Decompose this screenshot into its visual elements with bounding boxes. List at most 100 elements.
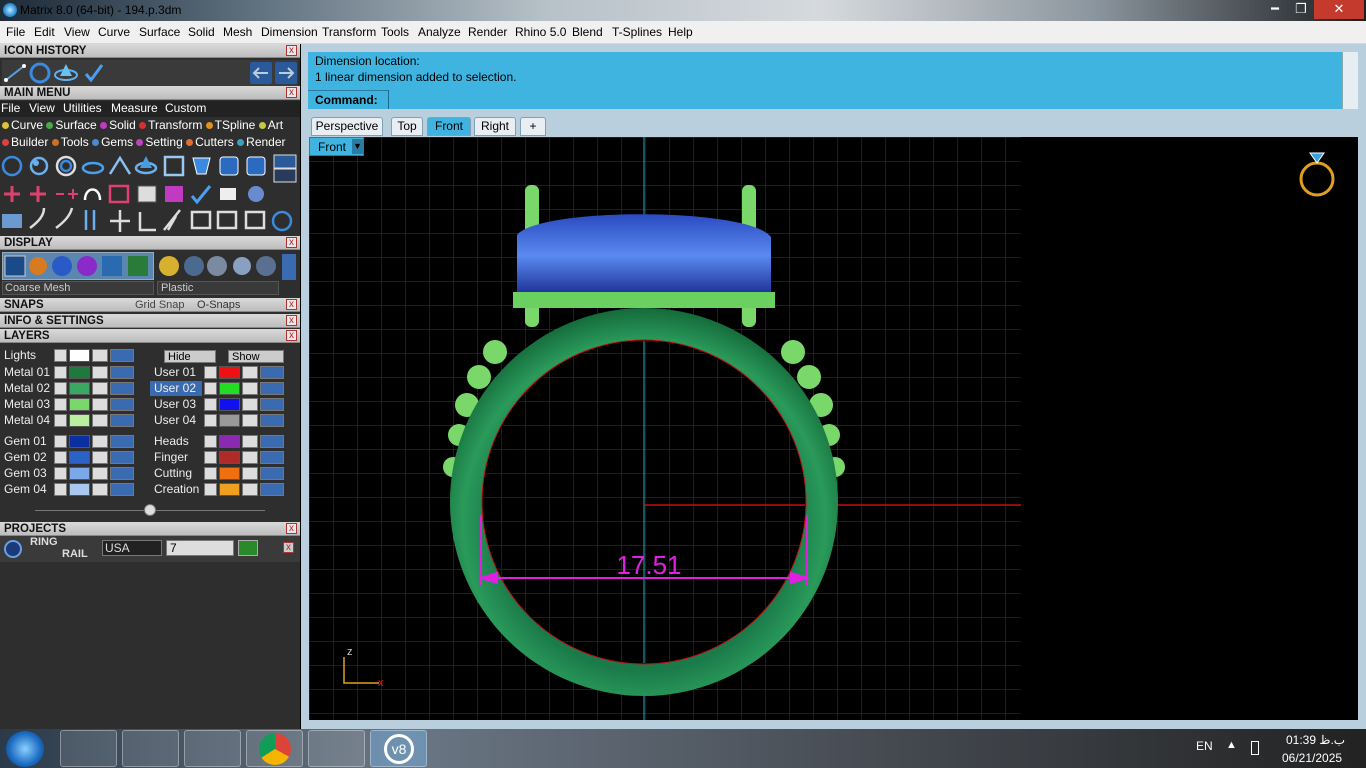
layer-visibility-button[interactable]	[110, 414, 134, 427]
layer-expand-button[interactable]	[204, 451, 217, 464]
main-menu-header[interactable]: MAIN MENU x	[0, 86, 300, 100]
chrome-taskbar-icon[interactable]	[246, 730, 303, 767]
layer-visibility-button[interactable]	[110, 398, 134, 411]
layer-color-swatch[interactable]	[69, 398, 90, 411]
mesh-select[interactable]: Coarse Mesh	[2, 281, 154, 295]
matrix-taskbar-icon[interactable]: v8	[370, 730, 427, 767]
ring-rail-icon[interactable]	[3, 539, 23, 559]
layer-color-swatch[interactable]	[69, 483, 90, 496]
menu-curve[interactable]: Curve	[98, 25, 130, 39]
layer-visibility-button[interactable]	[110, 366, 134, 379]
lock-icon[interactable]	[92, 467, 108, 480]
layer-row[interactable]: Metal 04	[0, 413, 140, 428]
calculator-taskbar-icon[interactable]	[184, 730, 241, 767]
show-button[interactable]: Show	[228, 350, 284, 363]
layer-row[interactable]: Heads	[150, 434, 290, 449]
cat-art[interactable]: Art	[258, 118, 283, 132]
layer-visibility-button[interactable]	[110, 467, 134, 480]
menu-tools[interactable]: Tools	[381, 25, 409, 39]
layer-color-swatch[interactable]	[69, 382, 90, 395]
lock-icon[interactable]	[92, 414, 108, 427]
layer-expand-button[interactable]	[54, 451, 67, 464]
lock-icon[interactable]	[92, 435, 108, 448]
tab-front[interactable]: Front	[427, 117, 471, 136]
lock-icon[interactable]	[242, 366, 258, 379]
language-indicator[interactable]: EN	[1196, 739, 1213, 753]
layer-color-swatch[interactable]	[219, 414, 240, 427]
play-button[interactable]	[238, 540, 258, 556]
layer-expand-button[interactable]	[204, 382, 217, 395]
layer-row[interactable]: Gem 02	[0, 450, 140, 465]
cat-tspline[interactable]: TSpline	[205, 118, 255, 132]
tab-top[interactable]: Top	[391, 117, 423, 136]
explorer-taskbar-icon[interactable]	[122, 730, 179, 767]
minimize-button[interactable]: ━	[1262, 0, 1288, 19]
projects-header[interactable]: PROJECTS x	[0, 522, 300, 536]
size-select[interactable]: 7	[166, 540, 234, 556]
layer-visibility-button[interactable]	[260, 467, 284, 480]
layer-color-swatch[interactable]	[69, 366, 90, 379]
close-icon[interactable]: x	[286, 87, 297, 98]
snaps-header[interactable]: SNAPS Grid Snap O-Snaps x	[0, 298, 300, 312]
lock-icon[interactable]	[92, 483, 108, 496]
rhino-taskbar-icon[interactable]	[308, 730, 365, 767]
layer-visibility-button[interactable]	[260, 382, 284, 395]
mm-measure[interactable]: Measure	[111, 101, 158, 115]
tray-arrow-icon[interactable]: ▲	[1226, 739, 1237, 751]
layer-row[interactable]: Finger	[150, 450, 290, 465]
layer-visibility-button[interactable]	[260, 451, 284, 464]
battery-icon[interactable]	[1251, 741, 1259, 755]
paint-taskbar-icon[interactable]	[60, 730, 117, 767]
mm-view[interactable]: View	[29, 101, 55, 115]
layer-visibility-button[interactable]	[260, 414, 284, 427]
layer-expand-button[interactable]	[204, 414, 217, 427]
layer-expand-button[interactable]	[204, 435, 217, 448]
lock-icon[interactable]	[242, 435, 258, 448]
layer-row[interactable]: User 03	[150, 397, 290, 412]
menu-transform[interactable]: Transform	[322, 25, 376, 39]
mm-custom[interactable]: Custom	[165, 101, 206, 115]
info-settings-header[interactable]: INFO & SETTINGS x	[0, 314, 300, 328]
layer-visibility-button[interactable]	[110, 382, 134, 395]
layer-color-swatch[interactable]	[219, 451, 240, 464]
close-icon[interactable]: x	[286, 315, 297, 326]
menu-rhino[interactable]: Rhino 5.0	[515, 25, 566, 39]
menu-file[interactable]: File	[6, 25, 25, 39]
close-icon[interactable]: x	[286, 45, 297, 56]
lock-icon[interactable]	[92, 398, 108, 411]
osnaps-toggle[interactable]: O-Snaps	[197, 298, 240, 312]
ring-navigator-icon[interactable]	[1299, 152, 1335, 197]
display-header[interactable]: DISPLAY x	[0, 236, 300, 250]
layer-expand-button[interactable]	[204, 483, 217, 496]
layer-expand-button[interactable]	[54, 435, 67, 448]
tool-icon-grid[interactable]	[0, 152, 300, 236]
hide-button[interactable]: Hide	[164, 350, 216, 363]
layer-expand-button[interactable]	[54, 398, 67, 411]
cat-builder[interactable]: Builder	[2, 135, 48, 149]
layer-color-swatch[interactable]	[219, 483, 240, 496]
lock-icon[interactable]	[242, 414, 258, 427]
maximize-button[interactable]: ❐	[1288, 0, 1314, 19]
layer-visibility-button[interactable]	[110, 483, 134, 496]
close-icon[interactable]: x	[286, 523, 297, 534]
region-select[interactable]: USA	[102, 540, 162, 556]
lock-icon[interactable]	[92, 451, 108, 464]
menu-analyze[interactable]: Analyze	[418, 25, 461, 39]
command-input[interactable]	[388, 90, 1342, 109]
tab-right[interactable]: Right	[474, 117, 516, 136]
layer-color-swatch[interactable]	[219, 467, 240, 480]
matrix-app-icon[interactable]	[3, 3, 17, 17]
lock-icon[interactable]	[242, 467, 258, 480]
layer-expand-button[interactable]	[204, 366, 217, 379]
tab-perspective[interactable]: Perspective	[311, 117, 383, 136]
layer-visibility-button[interactable]	[110, 451, 134, 464]
cat-gems[interactable]: Gems	[92, 135, 133, 149]
menu-blend[interactable]: Blend	[572, 25, 603, 39]
grid-snap-toggle[interactable]: Grid Snap	[135, 298, 185, 312]
gemstone[interactable]	[517, 214, 771, 297]
layer-visibility-button[interactable]	[260, 398, 284, 411]
layer-expand-button[interactable]	[54, 467, 67, 480]
lock-icon[interactable]	[92, 366, 108, 379]
cat-transform[interactable]: Transform	[139, 118, 202, 132]
lock-icon[interactable]	[242, 451, 258, 464]
